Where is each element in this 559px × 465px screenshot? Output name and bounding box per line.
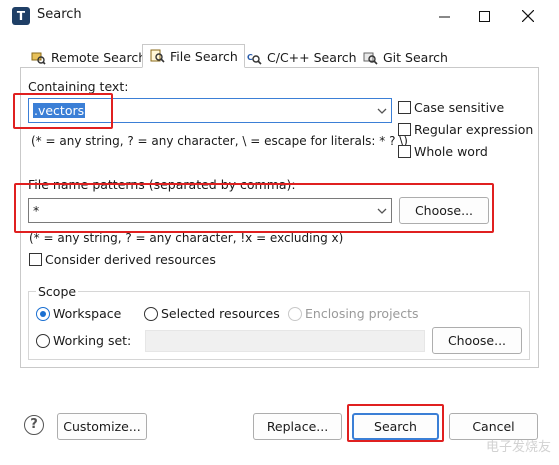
working-set-choose-button[interactable]: Choose... <box>432 327 522 354</box>
cpp-search-icon: C <box>247 53 262 65</box>
tab-label: Git Search <box>383 50 448 65</box>
replace-button[interactable]: Replace... <box>253 413 342 440</box>
workspace-label: Workspace <box>53 306 122 321</box>
annotation-box-containing-text <box>13 93 113 129</box>
file-search-icon <box>150 49 165 63</box>
close-icon <box>522 10 534 22</box>
regex-label: Regular expression <box>414 122 534 137</box>
derived-resources-label: Consider derived resources <box>45 252 216 267</box>
remote-search-icon <box>31 52 46 65</box>
close-button[interactable] <box>505 0 551 32</box>
file-patterns-hint: (* = any string, ? = any character, !x =… <box>29 231 344 245</box>
containing-text-label: Containing text: <box>28 79 129 94</box>
annotation-box-search-button <box>347 404 444 442</box>
selected-resources-radio[interactable] <box>144 307 158 321</box>
maximize-icon <box>478 10 490 22</box>
annotation-box-file-patterns <box>14 183 494 233</box>
window-title: Search <box>37 7 82 22</box>
maximize-button[interactable] <box>461 0 507 32</box>
scope-title: Scope <box>36 284 79 299</box>
app-icon: T <box>12 7 30 25</box>
working-set-radio[interactable] <box>36 334 50 348</box>
derived-resources-checkbox[interactable] <box>29 253 42 266</box>
git-search-icon <box>363 52 378 65</box>
tab-cpp-search[interactable]: C C/C++ Search <box>240 47 363 68</box>
whole-word-label: Whole word <box>414 144 488 159</box>
selected-resources-label: Selected resources <box>161 306 280 321</box>
minimize-icon <box>438 16 450 17</box>
tab-file-search[interactable]: File Search <box>142 44 245 68</box>
containing-text-hint: (* = any string, ? = any character, \ = … <box>31 134 408 148</box>
workspace-radio[interactable] <box>36 307 50 321</box>
watermark: 电子发烧友 <box>485 440 551 455</box>
working-set-label: Working set: <box>53 333 132 348</box>
tab-git-search[interactable]: Git Search <box>356 47 454 68</box>
tab-label: Remote Search <box>51 50 147 65</box>
customize-button[interactable]: Customize... <box>57 413 147 440</box>
svg-text:C: C <box>247 53 253 62</box>
tab-label: C/C++ Search <box>267 50 357 65</box>
case-sensitive-label: Case sensitive <box>414 100 505 115</box>
whole-word-checkbox[interactable] <box>398 145 411 158</box>
chevron-down-icon <box>377 108 387 114</box>
regex-checkbox[interactable] <box>398 123 411 136</box>
working-set-field[interactable] <box>145 330 425 352</box>
tab-label: File Search <box>170 48 238 64</box>
help-icon[interactable]: ? <box>24 415 44 435</box>
enclosing-projects-label: Enclosing projects <box>305 306 419 321</box>
enclosing-projects-radio[interactable] <box>288 307 302 321</box>
case-sensitive-checkbox[interactable] <box>398 101 411 114</box>
tab-remote-search[interactable]: Remote Search <box>24 47 152 68</box>
